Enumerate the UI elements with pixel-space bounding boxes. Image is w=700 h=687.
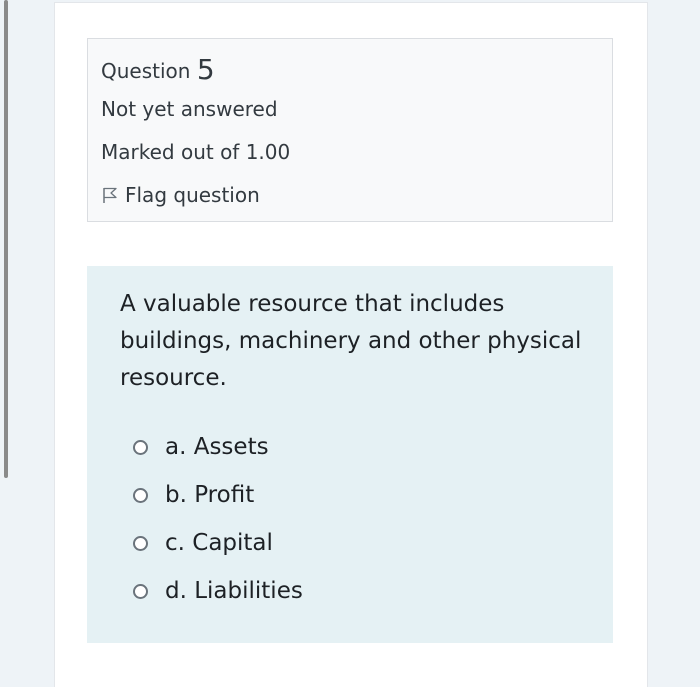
answer-label: d. Liabilities — [165, 578, 303, 604]
radio-button[interactable] — [133, 439, 148, 455]
question-label: Question — [101, 59, 191, 83]
answer-label: c. Capital — [165, 530, 273, 556]
radio-button[interactable] — [133, 583, 148, 599]
answer-label: b. Profit — [165, 482, 255, 508]
answer-label: a. Assets — [165, 434, 269, 460]
answer-option-a[interactable]: a. Assets — [133, 434, 269, 460]
answer-option-d[interactable]: d. Liabilities — [133, 578, 303, 604]
question-state: Not yet answered — [101, 97, 278, 121]
question-title: Question 5 — [101, 53, 215, 86]
answer-option-c[interactable]: c. Capital — [133, 530, 273, 556]
question-number: 5 — [196, 53, 215, 86]
radio-button[interactable] — [133, 487, 148, 503]
scrollbar[interactable] — [4, 0, 8, 478]
flag-question-link[interactable]: Flag question — [101, 183, 260, 207]
question-content: A valuable resource that includes buildi… — [87, 266, 613, 643]
question-text: A valuable resource that includes buildi… — [120, 291, 582, 391]
flag-question-label: Flag question — [125, 183, 260, 207]
radio-button[interactable] — [133, 535, 148, 551]
flag-icon — [103, 187, 117, 203]
answer-option-b[interactable]: b. Profit — [133, 482, 254, 508]
question-info-box: Question 5 Not yet answered Marked out o… — [87, 38, 613, 222]
question-mark: Marked out of 1.00 — [101, 140, 291, 164]
